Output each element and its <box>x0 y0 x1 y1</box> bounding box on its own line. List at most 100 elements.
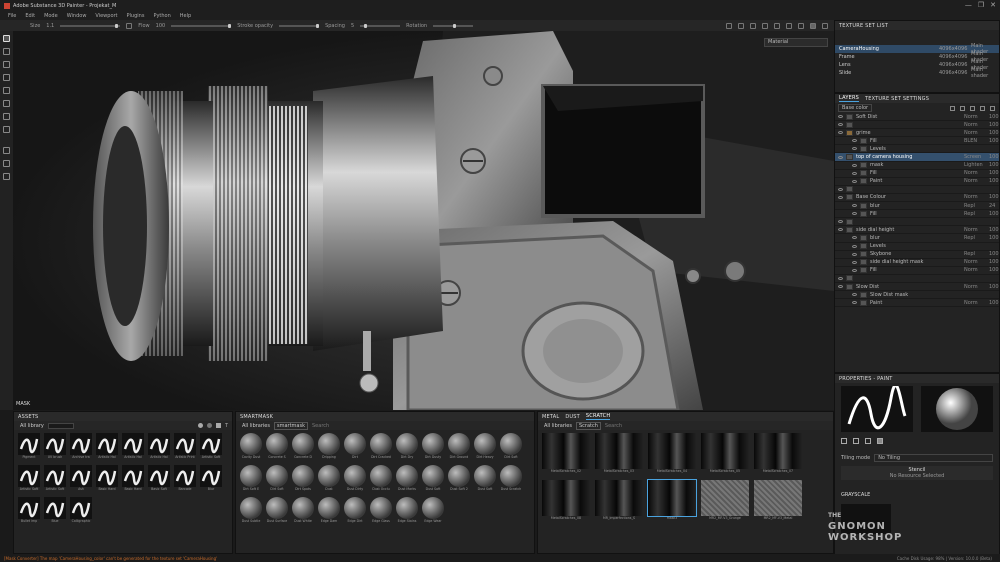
smartmask-tile[interactable]: Dirt Dusty <box>421 433 445 463</box>
layer-row[interactable]: top of camera housing Screen 100 <box>835 153 999 162</box>
pen-pressure-icon[interactable] <box>126 22 133 29</box>
menu-window[interactable]: Window <box>67 13 87 19</box>
layer-row[interactable]: Skybone Repl 100 <box>835 251 999 259</box>
stencil-icon[interactable] <box>865 438 871 444</box>
asset-tile[interactable]: Basic Soft <box>147 465 171 495</box>
smartmask-tile[interactable]: Dust Surface <box>265 497 289 527</box>
layer-row[interactable]: Soft Dist Norm 100 <box>835 113 999 122</box>
alpha-icon[interactable] <box>853 438 859 444</box>
polygon-fill-icon[interactable] <box>3 126 10 133</box>
projection-tool-icon[interactable] <box>3 61 10 68</box>
view-mode-icon[interactable] <box>798 22 804 29</box>
minimize-icon[interactable]: — <box>965 1 972 9</box>
layer-blend-mode[interactable]: Norm <box>964 300 986 306</box>
asset-tile[interactable]: Basic Hard <box>121 465 145 495</box>
layer-row[interactable]: Levels <box>835 145 999 154</box>
visibility-icon[interactable] <box>838 220 843 224</box>
smartmask-tile[interactable]: Dirt Cracked <box>369 433 393 463</box>
asset-tile[interactable]: Artistic Soft <box>17 465 41 495</box>
add-folder-icon[interactable] <box>980 105 985 111</box>
scratch-library-filter[interactable]: All libraries <box>544 423 572 429</box>
bake-icon[interactable] <box>3 147 10 154</box>
asset-tile[interactable]: Artistic Hai <box>147 433 171 463</box>
asset-tile[interactable]: Bullet imp <box>17 497 41 527</box>
menu-edit[interactable]: Edit <box>25 13 35 19</box>
layer-row[interactable]: blur Repl 100 <box>835 234 999 243</box>
assets-library-filter[interactable]: All library <box>20 423 44 429</box>
layer-opacity[interactable]: 100 <box>989 284 999 290</box>
layer-row[interactable]: Paint Norm 100 <box>835 299 999 308</box>
visibility-icon[interactable] <box>838 131 843 135</box>
clone-tool-icon[interactable] <box>3 100 10 107</box>
smartmask-tile[interactable]: Dust Soft <box>473 465 497 495</box>
geometry-fill-icon[interactable] <box>3 74 10 81</box>
asset-tile[interactable]: Artistic Hai <box>95 433 119 463</box>
material-select[interactable]: Material <box>764 38 828 47</box>
layer-row[interactable] <box>835 275 999 283</box>
tab-scratch[interactable]: SCRATCH <box>585 413 611 420</box>
export-icon[interactable] <box>3 160 10 167</box>
close-icon[interactable]: ✕ <box>990 1 996 9</box>
smartmask-tile[interactable]: Edge Dam <box>317 497 341 527</box>
layer-row[interactable]: blur Repl 24 <box>835 202 999 211</box>
assets-search-input[interactable] <box>47 422 74 429</box>
visibility-icon[interactable] <box>852 147 857 151</box>
layer-opacity[interactable]: 100 <box>989 170 999 176</box>
layer-opacity[interactable]: 100 <box>989 178 999 184</box>
visibility-icon[interactable] <box>852 260 857 264</box>
smartmask-tile[interactable]: Dirt Dry <box>395 433 419 463</box>
scratch-tile[interactable]: MR2_MF-V3_Metal <box>753 480 803 524</box>
layer-opacity[interactable]: 100 <box>989 251 999 257</box>
smartmask-tile[interactable]: Edge Wear <box>421 497 445 527</box>
layer-row[interactable]: Fill BLEN 100 <box>835 137 999 146</box>
layer-opacity[interactable]: 100 <box>989 300 999 306</box>
camera-icon[interactable] <box>738 22 744 29</box>
visibility-icon[interactable] <box>852 212 857 216</box>
visibility-icon[interactable] <box>838 123 843 127</box>
text-filter-icon[interactable]: T <box>225 423 228 429</box>
menu-plugins[interactable]: Plugins <box>127 13 145 19</box>
asset-tile[interactable]: Ash <box>69 465 93 495</box>
scratch-tile[interactable]: MetalScratches_04 <box>647 433 697 477</box>
material-icon[interactable] <box>877 438 883 444</box>
layer-blend-mode[interactable]: Norm <box>964 259 986 265</box>
visibility-icon[interactable] <box>852 171 857 175</box>
asset-tile[interactable]: Artistic Hai <box>121 433 145 463</box>
smartmask-tile[interactable]: Dirt Spots <box>291 465 315 495</box>
asset-tile[interactable]: Artistic Soft <box>43 465 67 495</box>
delete-layer-icon[interactable] <box>990 105 995 111</box>
smartmask-tile[interactable]: Dust Subtle <box>239 497 263 527</box>
layer-opacity[interactable]: 24 <box>989 203 999 209</box>
layer-row[interactable]: Base Colour Norm 100 <box>835 194 999 203</box>
smartmask-search-input[interactable]: Search <box>312 423 329 429</box>
projection-icon[interactable] <box>822 22 828 29</box>
layer-blend-mode[interactable]: Lighten <box>964 162 986 168</box>
brush-filter-icon[interactable] <box>215 423 221 428</box>
visibility-icon[interactable] <box>838 115 843 119</box>
tab-metal[interactable]: METAL <box>542 414 559 420</box>
smudge-tool-icon[interactable] <box>3 87 10 94</box>
smartmask-tile[interactable]: Dust Soft 2 <box>447 465 471 495</box>
layer-blend-mode[interactable]: Repl <box>964 235 986 241</box>
size-slider[interactable] <box>60 23 121 28</box>
visibility-icon[interactable] <box>838 276 843 280</box>
pause-icon[interactable] <box>726 22 732 29</box>
menu-file[interactable]: File <box>8 13 16 19</box>
visibility-icon[interactable] <box>852 293 857 297</box>
history-icon[interactable] <box>3 173 10 180</box>
render-icon[interactable] <box>750 22 756 29</box>
picker-tool-icon[interactable] <box>3 113 10 120</box>
channel-select[interactable]: Base color <box>838 104 873 112</box>
layer-blend-mode[interactable]: Norm <box>964 130 986 136</box>
layer-row[interactable]: grime Norm 100 <box>835 129 999 138</box>
layer-row[interactable]: Paint Norm 100 <box>835 178 999 186</box>
mask-label[interactable]: MASK <box>16 401 30 407</box>
layer-row[interactable]: Fill Repl 100 <box>835 210 999 219</box>
asset-tile[interactable]: Archive tra <box>69 433 93 463</box>
smartmask-tile[interactable]: Concrete D <box>291 433 315 463</box>
smartmask-tile[interactable]: Edge Dirt <box>343 497 367 527</box>
layer-opacity[interactable]: 100 <box>989 267 999 273</box>
visibility-icon[interactable] <box>838 285 843 289</box>
scratch-tile[interactable]: MetalScratches_05 <box>700 433 750 477</box>
scratch-tile[interactable]: MetalScratches_07 <box>753 433 803 477</box>
